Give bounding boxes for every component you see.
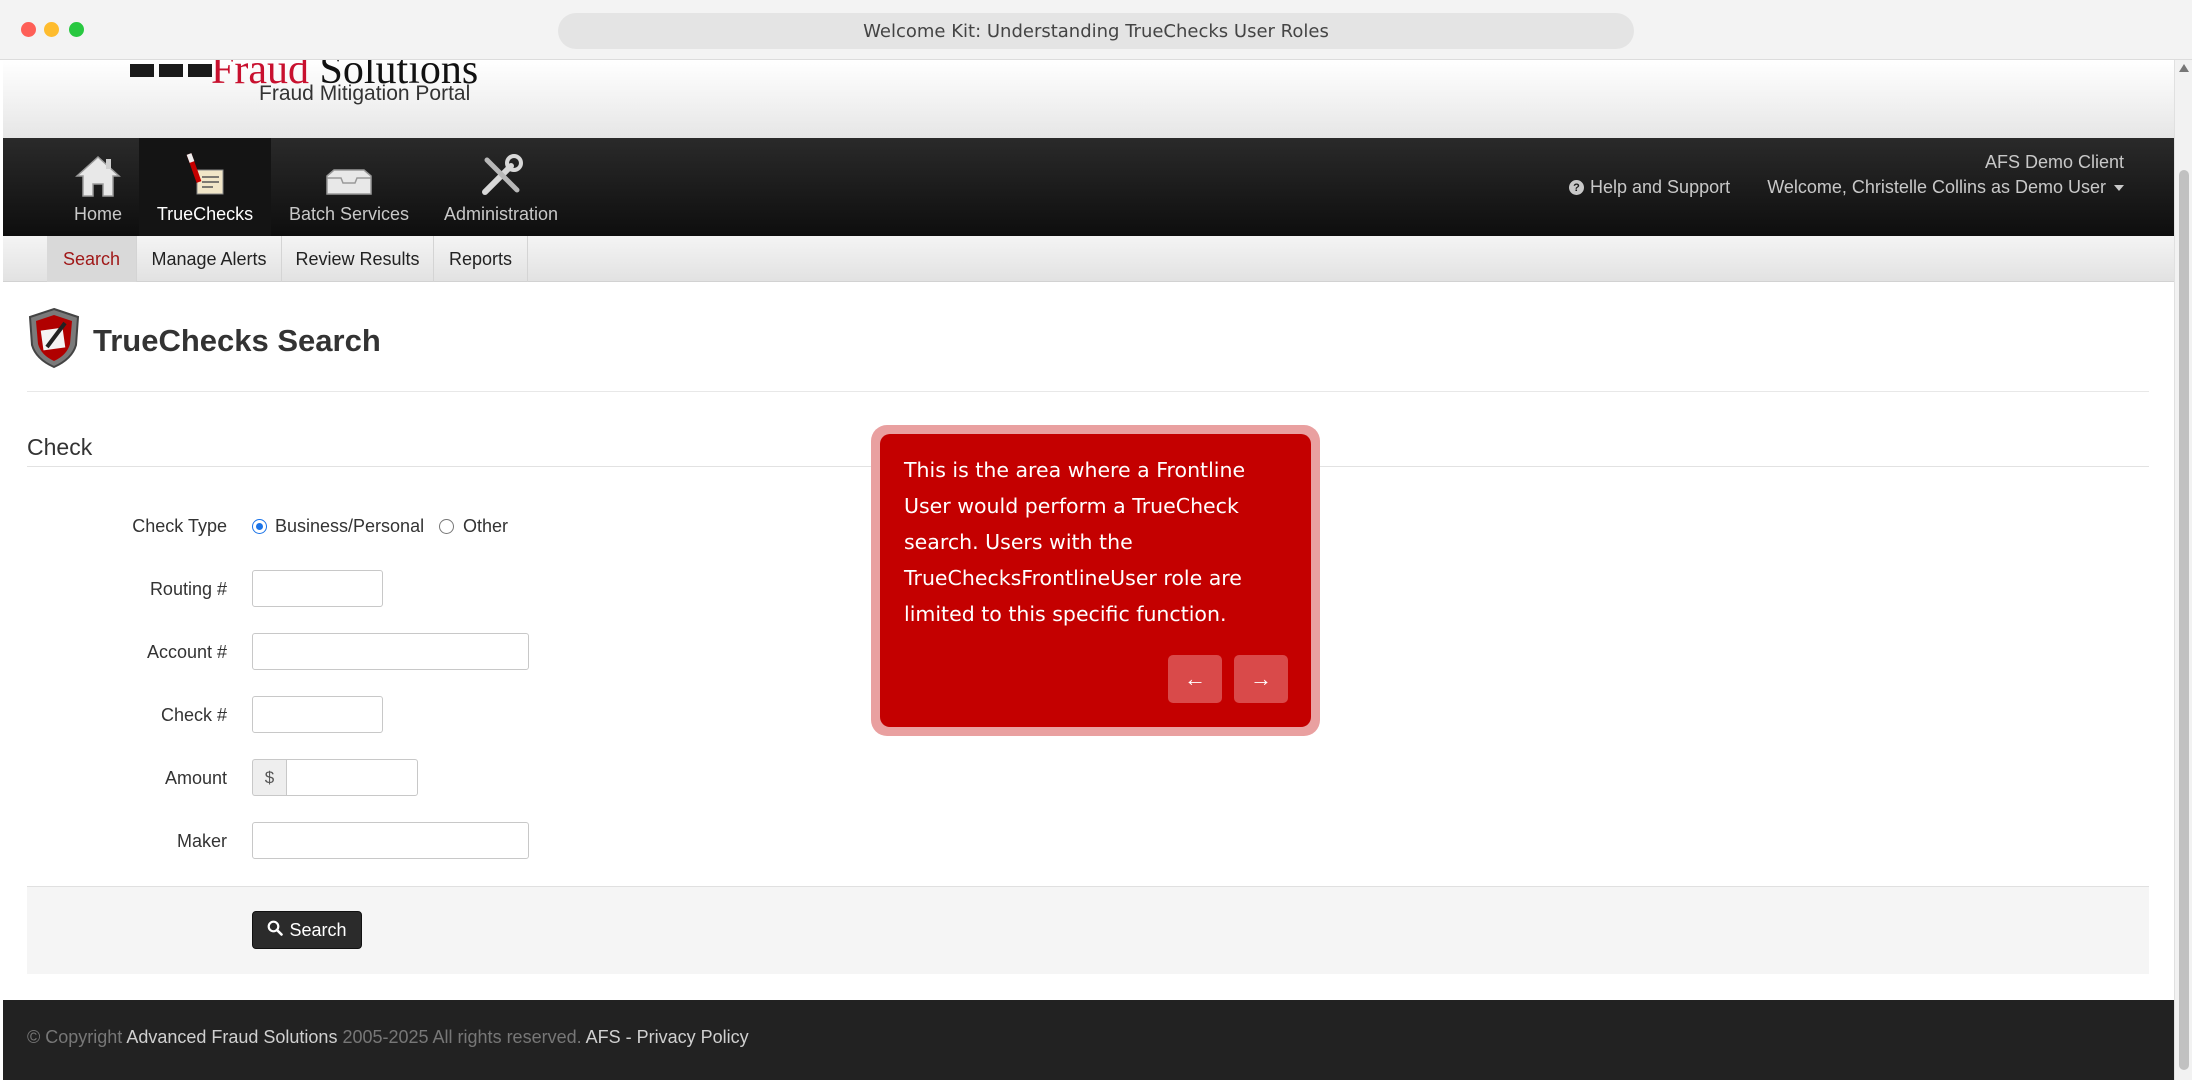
tools-icon: [479, 152, 523, 198]
help-and-support-link[interactable]: ? Help and Support: [1569, 177, 1730, 198]
privacy-policy-link[interactable]: Privacy Policy: [637, 1027, 749, 1047]
address-bar[interactable]: Welcome Kit: Understanding TrueChecks Us…: [558, 13, 1634, 49]
nav-item-administration[interactable]: Administration: [439, 138, 563, 236]
maker-input[interactable]: [252, 822, 529, 859]
nav-item-truechecks[interactable]: TrueChecks: [139, 138, 271, 236]
footer-copyright: © Copyright Advanced Fraud Solutions 200…: [27, 1027, 749, 1047]
check-type-business-label[interactable]: Business/Personal: [275, 516, 424, 537]
browser-chrome: Welcome Kit: Understanding TrueChecks Us…: [0, 0, 2192, 60]
subtab-search[interactable]: Search: [47, 236, 137, 282]
check-type-label: Check Type: [132, 516, 227, 536]
scrollbar-thumb[interactable]: [2179, 170, 2189, 1070]
subtab-review-results[interactable]: Review Results: [282, 236, 434, 282]
tour-next-button[interactable]: →: [1234, 655, 1288, 703]
sub-navigation: Search Manage Alerts Review Results Repo…: [3, 236, 2174, 282]
logo-mark: [130, 64, 212, 77]
routing-input[interactable]: [252, 570, 383, 607]
check-type-other-label[interactable]: Other: [463, 516, 508, 537]
search-button[interactable]: Search: [252, 911, 362, 949]
account-label: Account #: [146, 642, 227, 662]
tour-message: This is the area where a Frontline User …: [904, 458, 1246, 626]
nav-item-home[interactable]: Home: [63, 138, 133, 236]
maker-label: Maker: [176, 831, 227, 851]
logo-subtitle: Fraud Mitigation Portal: [259, 82, 471, 105]
minimize-window-button[interactable]: [44, 22, 59, 37]
question-circle-icon: ?: [1569, 180, 1584, 195]
scroll-up-arrow-icon[interactable]: [2179, 64, 2189, 72]
close-window-button[interactable]: [21, 22, 36, 37]
check-type-business-radio[interactable]: [252, 519, 267, 534]
amount-label: Amount: [164, 768, 227, 788]
shield-check-icon: [27, 307, 81, 374]
nav-item-batch-services[interactable]: Batch Services: [283, 138, 415, 236]
amount-input[interactable]: [286, 759, 418, 796]
tour-previous-button[interactable]: ←: [1168, 655, 1222, 703]
truechecks-icon: [183, 152, 227, 198]
arrow-left-icon: ←: [1184, 666, 1206, 691]
subtab-manage-alerts[interactable]: Manage Alerts: [137, 236, 282, 282]
afs-link[interactable]: AFS: [586, 1027, 621, 1047]
account-input[interactable]: [252, 633, 529, 670]
arrow-right-icon: →: [1250, 666, 1272, 691]
user-menu-dropdown[interactable]: Welcome, Christelle Collins as Demo User: [1767, 177, 2124, 198]
vertical-scrollbar[interactable]: [2174, 60, 2192, 1080]
search-icon: [267, 920, 284, 941]
site-header: Fraud Solutions Fraud Mitigation Portal: [3, 60, 2174, 138]
company-link[interactable]: Advanced Fraud Solutions: [126, 1027, 337, 1047]
page-title: TrueChecks Search: [93, 322, 381, 358]
check-number-input[interactable]: [252, 696, 383, 733]
caret-down-icon: [2114, 184, 2124, 191]
dollar-addon: $: [252, 759, 286, 796]
subtab-reports[interactable]: Reports: [434, 236, 528, 282]
routing-label: Routing #: [149, 579, 227, 599]
client-name: AFS Demo Client: [1984, 152, 2124, 172]
divider: [27, 391, 2149, 392]
tour-popover: This is the area where a Frontline User …: [880, 434, 1311, 727]
site-footer: © Copyright Advanced Fraud Solutions 200…: [3, 1000, 2174, 1080]
page-title-row: TrueChecks Search: [27, 307, 381, 374]
maximize-window-button[interactable]: [69, 22, 84, 37]
section-title: Check: [27, 434, 93, 460]
page-tab-title: Welcome Kit: Understanding TrueChecks Us…: [863, 20, 1329, 42]
home-icon: [75, 152, 121, 198]
main-navigation: Home TrueChecks Batch Services Administr…: [3, 138, 2174, 236]
tray-icon: [324, 152, 374, 198]
check-number-label: Check #: [160, 705, 227, 725]
check-type-other-radio[interactable]: [439, 519, 454, 534]
